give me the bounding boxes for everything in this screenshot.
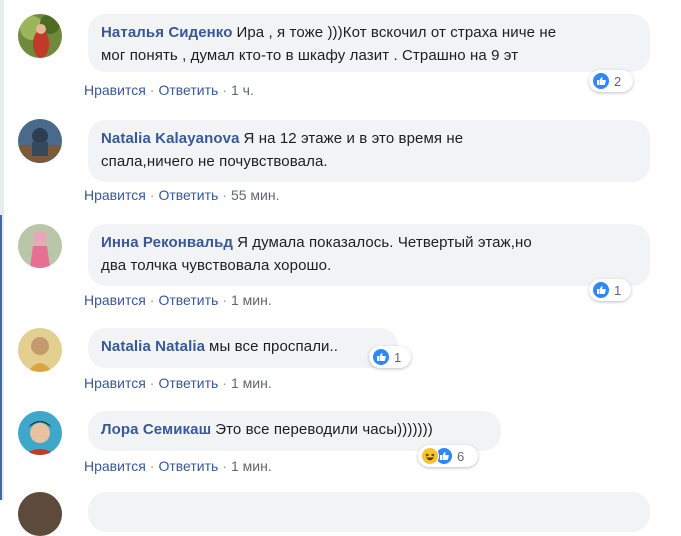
separator: · — [149, 82, 155, 98]
comment-author[interactable]: Инна Реконвальд — [101, 234, 233, 251]
comment-text-line: два толчка чувствовала хорошо. — [101, 257, 332, 274]
separator: · — [149, 458, 155, 474]
separator: · — [222, 187, 227, 203]
like-link[interactable]: Нравится — [84, 82, 146, 98]
comment-actions: Нравится · Ответить · 1 мин. — [84, 458, 272, 474]
avatar[interactable] — [18, 119, 62, 163]
timestamp[interactable]: 1 мин. — [231, 292, 272, 308]
separator: · — [149, 375, 155, 391]
comment-actions: Нравится · Ответить · 55 мин. — [84, 187, 280, 203]
timestamp[interactable]: 1 ч. — [231, 82, 254, 98]
reaction-count: 2 — [614, 73, 622, 89]
timestamp[interactable]: 1 мин. — [231, 375, 272, 391]
reply-link[interactable]: Ответить — [158, 187, 218, 203]
separator: · — [222, 292, 227, 308]
comment-author[interactable]: Natalia Kalayanova — [101, 130, 240, 147]
comment-text-line: мы все проспали.. — [209, 338, 339, 355]
comment-text-line: Я думала показалось. Четвертый этаж,но — [237, 234, 532, 251]
comment-text-line: Ира , я тоже )))Кот вскочил от страха ни… — [236, 24, 557, 41]
comment-bubble: Инна Реконвальд Я думала показалось. Четв… — [88, 224, 650, 286]
reaction-count: 1 — [614, 282, 622, 298]
comment-bubble: Natalia Natalia мы все проспали.. — [88, 328, 398, 368]
comment-text-line: спала,ничего не почувствовала. — [101, 153, 328, 170]
comment-text-line: Я на 12 этаже и в это время не — [243, 130, 464, 147]
reactions-badge[interactable]: 1 — [589, 279, 631, 301]
timestamp[interactable]: 55 мин. — [231, 187, 280, 203]
comment-bubble: Natalia Kalayanova Я на 12 этаже и в это … — [88, 120, 650, 182]
haha-icon — [421, 447, 439, 465]
comment-author[interactable]: Лора Семикаш — [101, 421, 211, 438]
comment-author[interactable]: Наталья Сиденко — [101, 24, 232, 41]
reply-link[interactable]: Ответить — [158, 82, 218, 98]
separator: · — [222, 375, 227, 391]
like-icon — [592, 281, 610, 299]
reactions-badge[interactable]: 2 — [589, 70, 633, 92]
reply-link[interactable]: Ответить — [158, 458, 218, 474]
comment-text-line: мог понять , думал кто-то в шкафу лазит … — [101, 47, 519, 64]
comment-text-line: Это все переводили часы))))))) — [215, 421, 433, 438]
comment-actions: Нравится · Ответить · 1 мин. — [84, 292, 272, 308]
comment-bubble — [88, 492, 650, 532]
avatar[interactable] — [18, 492, 62, 536]
avatar[interactable] — [18, 328, 62, 372]
reply-link[interactable]: Ответить — [158, 292, 218, 308]
separator: · — [149, 292, 155, 308]
comment-actions: Нравится · Ответить · 1 мин. — [84, 375, 272, 391]
thread-active-bar — [0, 215, 2, 500]
like-icon — [372, 348, 390, 366]
comment-author[interactable]: Natalia Natalia — [101, 338, 205, 355]
reply-link[interactable]: Ответить — [158, 375, 218, 391]
comment-actions: Нравится · Ответить · 1 ч. — [84, 82, 254, 98]
separator: · — [149, 187, 155, 203]
like-link[interactable]: Нравится — [84, 458, 146, 474]
like-link[interactable]: Нравится — [84, 292, 146, 308]
comment-bubble: Наталья Сиденко Ира , я тоже )))Кот вскоч… — [88, 14, 650, 72]
thread-indent-bar — [0, 0, 4, 500]
timestamp[interactable]: 1 мин. — [231, 458, 272, 474]
reaction-count: 6 — [457, 448, 465, 464]
like-link[interactable]: Нравится — [84, 187, 146, 203]
avatar[interactable] — [18, 411, 62, 455]
reactions-badge[interactable]: 6 — [418, 445, 478, 467]
reactions-badge[interactable]: 1 — [369, 346, 411, 368]
separator: · — [222, 458, 227, 474]
avatar[interactable] — [18, 14, 62, 58]
separator: · — [222, 82, 227, 98]
reaction-count: 1 — [394, 349, 402, 365]
like-icon — [592, 72, 610, 90]
avatar[interactable] — [18, 224, 62, 268]
like-link[interactable]: Нравится — [84, 375, 146, 391]
